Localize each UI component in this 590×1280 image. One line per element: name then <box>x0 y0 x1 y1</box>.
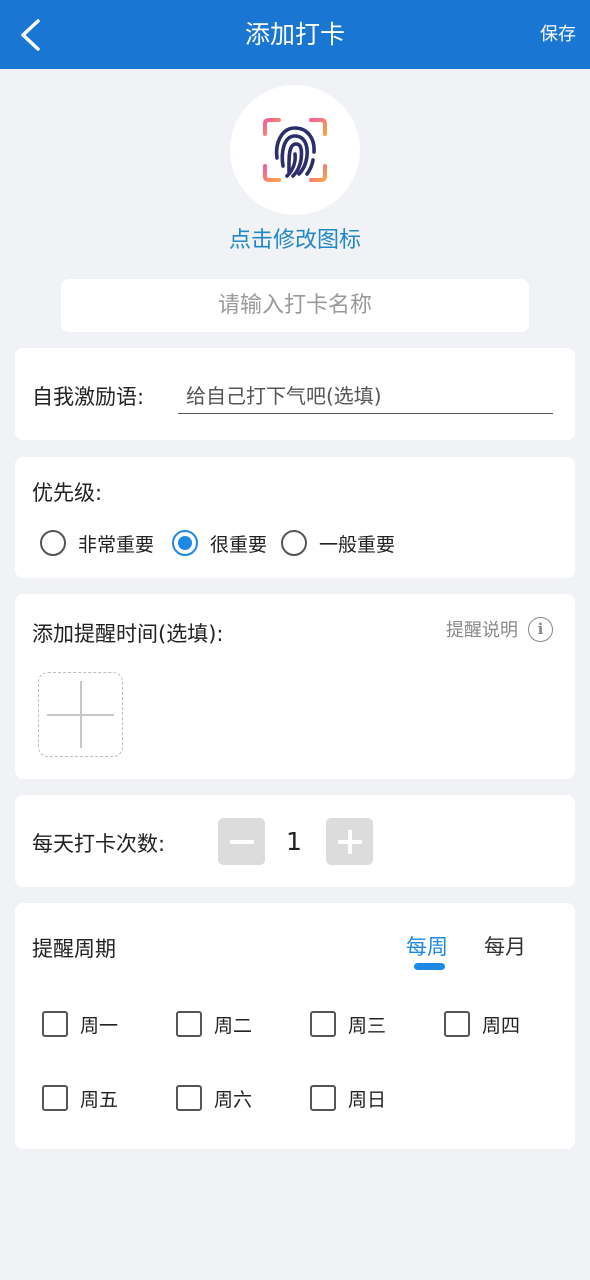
priority-option-very-important[interactable]: 非常重要 <box>40 527 154 559</box>
tab-weekly[interactable]: 每周 <box>406 931 448 961</box>
plus-icon <box>337 829 362 854</box>
checkin-name-input[interactable] <box>61 279 529 332</box>
day-label: 周一 <box>80 1014 119 1037</box>
day-label: 周二 <box>214 1014 253 1037</box>
motto-card: 自我激励语: <box>15 348 575 440</box>
priority-card: 优先级: 非常重要 很重要 一般重要 <box>15 457 575 578</box>
radio-label: 非常重要 <box>78 533 155 556</box>
radio-unchecked-icon <box>40 530 66 556</box>
daily-count-label: 每天打卡次数: <box>32 832 166 856</box>
save-button[interactable]: 保存 <box>540 0 576 69</box>
checkbox-icon <box>176 1085 202 1111</box>
add-reminder-time-button[interactable] <box>38 672 123 757</box>
reminder-card: 添加提醒时间(选填): 提醒说明 i <box>15 594 575 779</box>
reminder-help-link[interactable]: 提醒说明 i <box>446 616 553 642</box>
motto-label: 自我激励语: <box>32 385 145 409</box>
period-label: 提醒周期 <box>32 937 116 961</box>
priority-option-important[interactable]: 很重要 <box>172 527 267 559</box>
day-checkbox-fri[interactable]: 周五 <box>42 1083 118 1113</box>
day-checkbox-thu[interactable]: 周四 <box>444 1009 520 1039</box>
tab-indicator <box>414 963 445 970</box>
day-label: 周四 <box>482 1014 521 1037</box>
daily-count-value: 1 <box>286 827 302 856</box>
page-title: 添加打卡 <box>244 20 345 49</box>
radio-label: 很重要 <box>210 533 268 556</box>
tab-monthly[interactable]: 每月 <box>484 931 526 961</box>
checkbox-icon <box>310 1011 336 1037</box>
reminder-help-label: 提醒说明 <box>446 620 518 641</box>
day-label: 周六 <box>214 1088 253 1111</box>
day-checkbox-tue[interactable]: 周二 <box>176 1009 252 1039</box>
daily-count-card: 每天打卡次数: 1 <box>15 795 575 887</box>
priority-label: 优先级: <box>32 481 103 505</box>
radio-checked-icon <box>172 530 198 556</box>
icon-picker[interactable] <box>230 85 360 215</box>
reminder-label: 添加提醒时间(选填): <box>32 622 224 646</box>
checkbox-icon <box>176 1011 202 1037</box>
checkbox-icon <box>42 1011 68 1037</box>
day-checkbox-sat[interactable]: 周六 <box>176 1083 252 1113</box>
day-checkbox-sun[interactable]: 周日 <box>310 1083 386 1113</box>
radio-label: 一般重要 <box>319 533 396 556</box>
day-label: 周日 <box>348 1088 387 1111</box>
checkbox-icon <box>310 1085 336 1111</box>
info-icon: i <box>528 616 553 642</box>
minus-icon <box>229 839 254 844</box>
priority-option-normal[interactable]: 一般重要 <box>281 527 395 559</box>
fingerprint-icon <box>263 118 327 182</box>
top-bar: 添加打卡 保存 <box>0 0 590 69</box>
checkbox-icon <box>444 1011 470 1037</box>
day-checkbox-wed[interactable]: 周三 <box>310 1009 386 1039</box>
decrement-button[interactable] <box>218 818 265 865</box>
motto-input[interactable] <box>178 378 553 414</box>
day-label: 周五 <box>80 1088 119 1111</box>
increment-button[interactable] <box>326 818 373 865</box>
checkbox-icon <box>42 1085 68 1111</box>
day-label: 周三 <box>348 1014 387 1037</box>
day-checkbox-mon[interactable]: 周一 <box>42 1009 118 1039</box>
change-icon-link[interactable]: 点击修改图标 <box>0 222 590 254</box>
period-card: 提醒周期 每周 每月 周一 周二 周三 周四 周五 周六 周日 <box>15 903 575 1149</box>
radio-unchecked-icon <box>281 530 307 556</box>
